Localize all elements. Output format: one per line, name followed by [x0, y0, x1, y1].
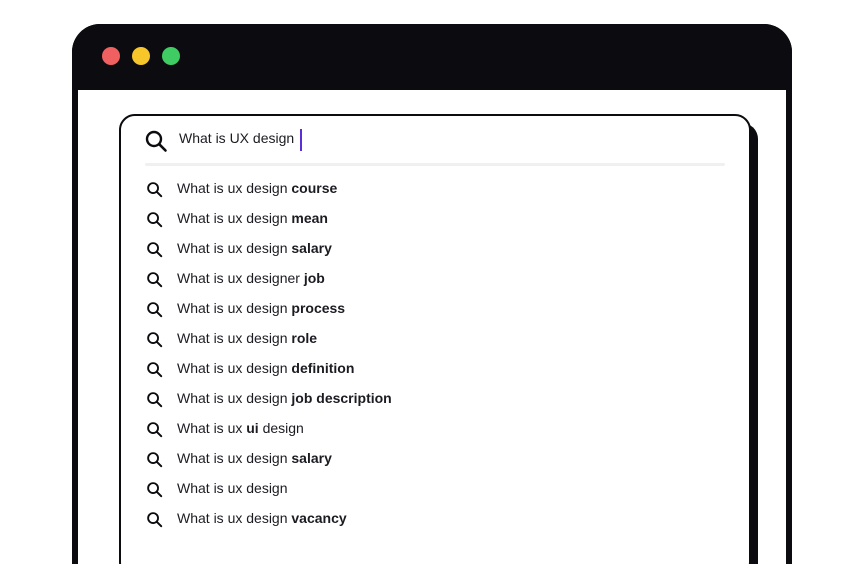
- suggestion-completion: course: [291, 180, 338, 196]
- search-icon: [147, 512, 163, 528]
- search-icon: [147, 482, 163, 498]
- suggestion-item[interactable]: What is ux design mean: [121, 204, 749, 234]
- suggestion-completion: process: [291, 300, 346, 316]
- search-icon: [147, 392, 163, 408]
- browser-viewport: What is UX design What is ux design cour…: [78, 90, 786, 564]
- suggestion-text: What is ux design mean: [177, 210, 328, 226]
- suggestion-prefix: What is ux design: [177, 510, 292, 526]
- suggestion-completion: salary: [291, 450, 332, 466]
- text-cursor: [300, 129, 302, 151]
- suggestion-text: What is ux design definition: [177, 360, 354, 376]
- search-icon: [147, 182, 163, 198]
- suggestion-prefix: What is ux design: [177, 180, 292, 196]
- search-dropdown: What is UX design What is ux design cour…: [119, 114, 751, 564]
- search-icon: [147, 212, 163, 228]
- suggestion-completion: mean: [291, 210, 328, 226]
- search-icon: [145, 130, 167, 152]
- maximize-window-button[interactable]: [162, 47, 180, 65]
- suggestion-completion: definition: [291, 360, 355, 376]
- suggestion-item[interactable]: What is ux designer job: [121, 264, 749, 294]
- search-icon: [147, 362, 163, 378]
- browser-window: What is UX design What is ux design cour…: [72, 24, 792, 564]
- suggestion-text: What is ux design process: [177, 300, 345, 316]
- suggestion-prefix: What is ux designer: [177, 270, 304, 286]
- suggestion-text: What is ux design vacancy: [177, 510, 347, 526]
- suggestion-item[interactable]: What is ux design salary: [121, 444, 749, 474]
- suggestion-item[interactable]: What is ux design vacancy: [121, 504, 749, 534]
- suggestion-text: What is ux designer job: [177, 270, 325, 286]
- search-icon: [147, 302, 163, 318]
- suggestion-completion: job description: [291, 390, 392, 406]
- suggestion-prefix: What is ux design: [177, 480, 288, 496]
- suggestion-item[interactable]: What is ux design job description: [121, 384, 749, 414]
- suggestion-list: What is ux design course What is ux desig…: [121, 174, 749, 534]
- suggestion-text: What is ux design salary: [177, 240, 332, 256]
- suggestion-prefix: What is ux design: [177, 210, 292, 226]
- suggestion-completion: salary: [291, 240, 332, 256]
- suggestion-item[interactable]: What is ux design process: [121, 294, 749, 324]
- search-icon: [147, 272, 163, 288]
- search-icon: [147, 242, 163, 258]
- suggestion-text: What is ux design salary: [177, 450, 332, 466]
- suggestion-prefix: What is ux: [177, 420, 247, 436]
- suggestion-text: What is ux design role: [177, 330, 317, 346]
- search-icon: [147, 332, 163, 348]
- suggestion-prefix: What is ux design: [177, 330, 292, 346]
- suggestion-text: What is ux design course: [177, 180, 337, 196]
- suggestion-completion: job: [303, 270, 325, 286]
- suggestion-item[interactable]: What is ux design role: [121, 324, 749, 354]
- close-window-button[interactable]: [102, 47, 120, 65]
- suggestion-prefix: What is ux design: [177, 450, 292, 466]
- minimize-window-button[interactable]: [132, 47, 150, 65]
- window-titlebar: [72, 24, 792, 90]
- search-icon: [147, 452, 163, 468]
- suggestion-prefix: What is ux design: [177, 240, 292, 256]
- search-icon: [147, 422, 163, 438]
- suggestion-text: What is ux ui design: [177, 420, 304, 436]
- suggestion-completion: vacancy: [291, 510, 347, 526]
- search-divider: [145, 163, 725, 166]
- search-input-row[interactable]: What is UX design: [121, 116, 749, 164]
- suggestion-completion: role: [291, 330, 318, 346]
- suggestion-item[interactable]: What is ux design: [121, 474, 749, 504]
- search-input[interactable]: What is UX design: [179, 130, 294, 146]
- suggestion-completion: ui: [246, 420, 259, 436]
- suggestion-item[interactable]: What is ux design course: [121, 174, 749, 204]
- suggestion-suffix: design: [258, 420, 304, 436]
- suggestion-item[interactable]: What is ux design definition: [121, 354, 749, 384]
- suggestion-prefix: What is ux design: [177, 360, 292, 376]
- suggestion-prefix: What is ux design: [177, 300, 292, 316]
- suggestion-item[interactable]: What is ux design salary: [121, 234, 749, 264]
- suggestion-item[interactable]: What is ux ui design: [121, 414, 749, 444]
- suggestion-text: What is ux design: [177, 480, 288, 496]
- suggestion-text: What is ux design job description: [177, 390, 392, 406]
- suggestion-prefix: What is ux design: [177, 390, 292, 406]
